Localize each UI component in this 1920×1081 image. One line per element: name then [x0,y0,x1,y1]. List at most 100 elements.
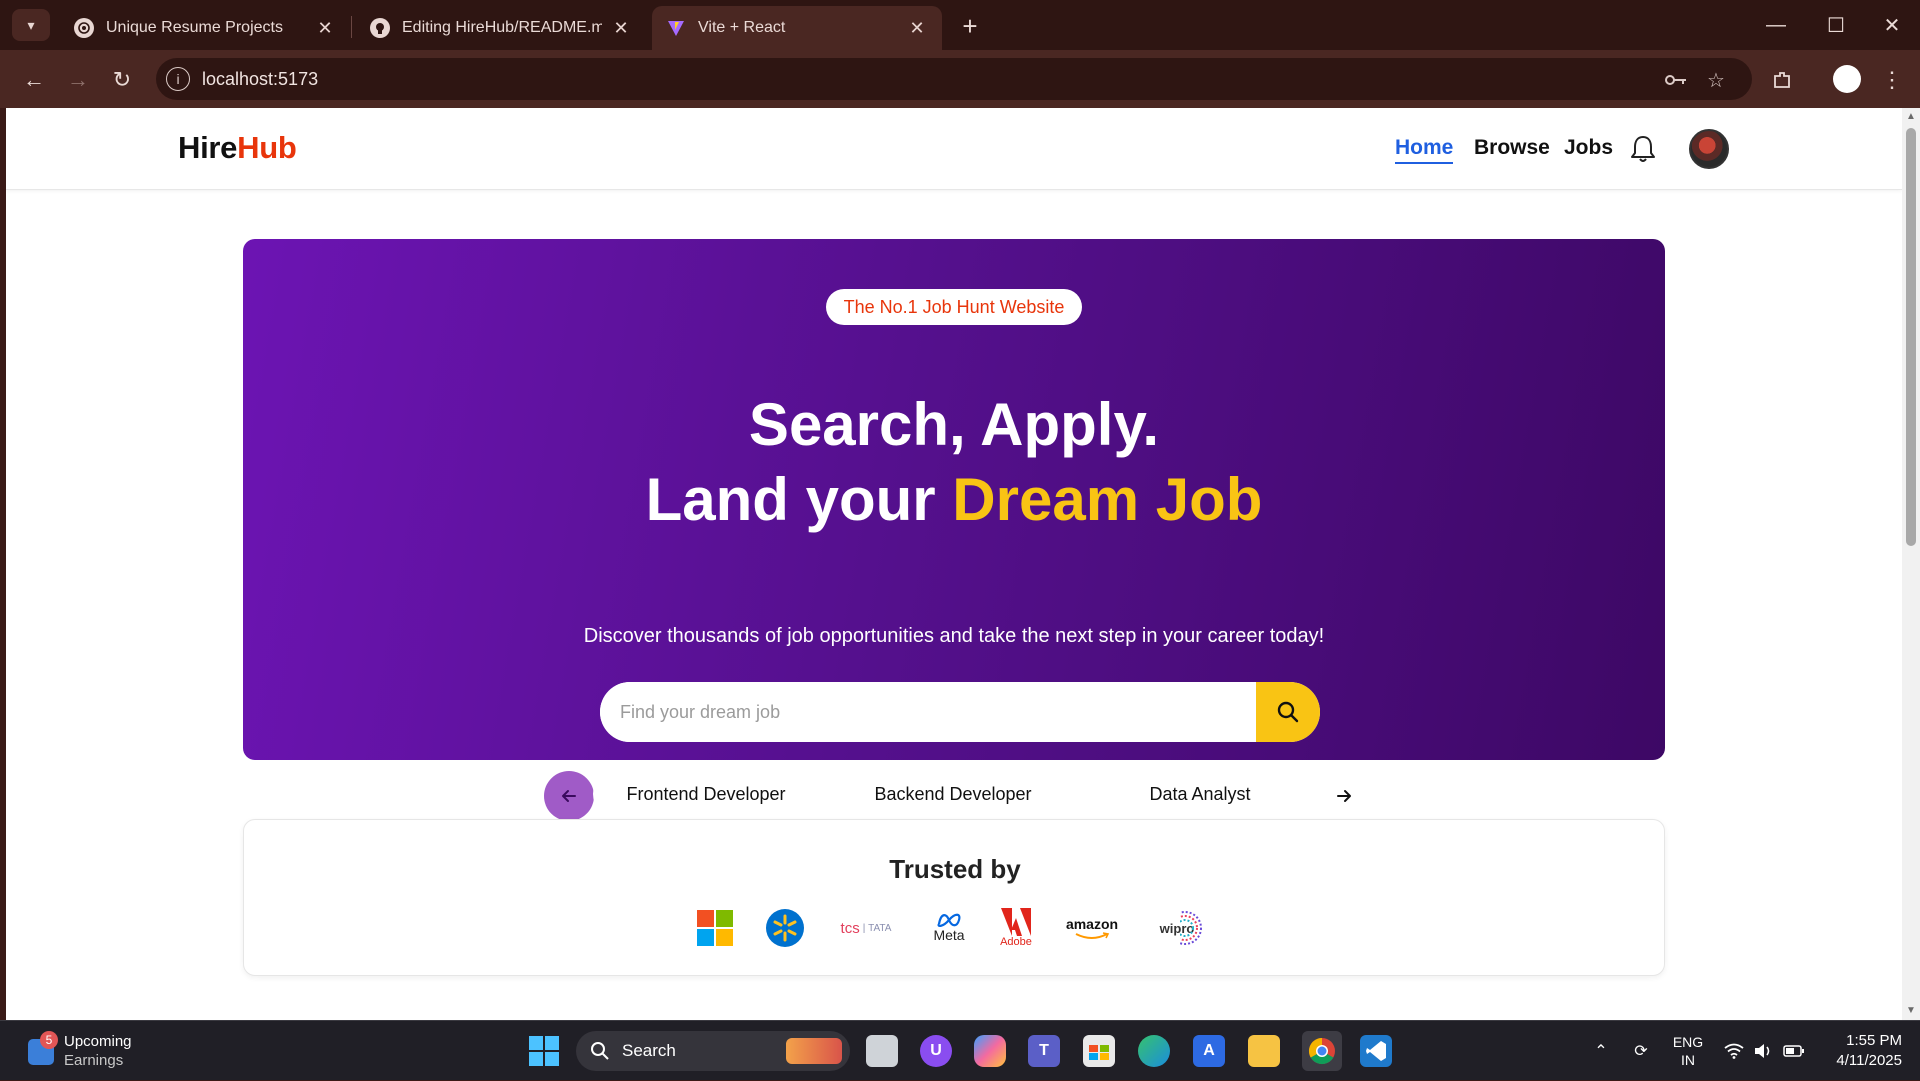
address-url[interactable]: localhost:5173 [202,58,318,100]
widget-line2: Earnings [64,1052,124,1069]
category-chip-backend[interactable]: Backend Developer [840,772,1066,816]
company-name-amazon: amazon [1065,916,1119,932]
hirehub-logo[interactable]: HireHub [178,130,297,166]
carousel-next-button[interactable] [1319,771,1369,821]
store-icon[interactable] [1083,1035,1115,1067]
tab-divider [351,16,352,38]
page-scrollbar[interactable]: ▲ ▼ [1902,108,1920,1020]
chatgpt-icon [74,18,94,38]
maximize-icon[interactable]: ☐ [1806,4,1866,46]
clock-date: 4/11/2025 [1836,1052,1902,1069]
logo-part-hub: Hub [237,130,297,165]
page-viewport: HireHub Home Browse Jobs The No.1 Job Hu… [6,108,1902,1020]
search-button[interactable] [1256,682,1320,742]
tab-title: Editing HireHub/README.md at [402,19,602,36]
search-icon [591,1042,609,1060]
hero-title-line1: Search, Apply. [748,391,1160,458]
company-name-meta: Meta [933,927,965,943]
input-language-indicator[interactable]: ENG IN [1666,1021,1710,1081]
widgets-button[interactable]: 5 Upcoming Earnings [28,1031,188,1071]
amazon-logo: amazon [1062,906,1122,950]
hero-subtitle: Discover thousands of job opportunities … [583,625,1325,647]
close-icon[interactable]: ✕ [314,17,336,39]
chrome-icon[interactable] [1302,1031,1342,1071]
walmart-logo [764,906,806,950]
tcs-logo: tcs | TATA [840,919,892,937]
show-hidden-icons-chevron-icon[interactable]: ⌃ [1588,1021,1614,1081]
file-explorer-icon[interactable] [1248,1035,1280,1067]
wipro-logo: wipro [1154,906,1210,950]
scrollbar-thumb[interactable] [1906,128,1916,546]
app-u-icon[interactable]: U [920,1035,952,1067]
forward-arrow-icon[interactable]: → [60,62,96,98]
vite-icon [666,18,686,38]
browser-tab-vite-react[interactable]: Vite + React ✕ [652,6,942,50]
job-search-bar [600,682,1320,742]
nav-link-jobs[interactable]: Jobs [1564,136,1613,160]
job-search-input[interactable] [600,682,1256,742]
arrow-left-icon [562,790,576,802]
close-icon[interactable]: ✕ [610,17,632,39]
category-chip-frontend[interactable]: Frontend Developer [593,772,819,816]
sync-icon[interactable]: ⟳ [1628,1021,1654,1081]
address-bar[interactable]: i localhost:5173 ☆ [156,58,1752,100]
hero-badge: The No.1 Job Hunt Website [826,289,1082,325]
notification-bell-icon[interactable] [1628,133,1658,165]
language-region: IN [1681,1052,1695,1068]
widget-line1: Upcoming [64,1033,132,1050]
browser-tab-github-readme[interactable]: Editing HireHub/README.md at ✕ [356,6,646,50]
scroll-up-icon[interactable]: ▲ [1906,112,1916,122]
close-window-icon[interactable]: ✕ [1862,4,1920,46]
back-arrow-icon[interactable]: ← [16,62,52,98]
company-name-adobe: Adobe [1000,936,1032,948]
new-tab-button[interactable]: + [954,10,986,42]
start-windows-icon[interactable] [528,1035,560,1067]
nav-link-home[interactable]: Home [1395,136,1454,164]
tab-title: Unique Resume Projects [106,19,283,36]
user-avatar[interactable] [1689,129,1729,169]
volume-icon[interactable] [1752,1021,1776,1081]
arrow-right-icon [1337,790,1351,802]
search-icon [1277,701,1299,723]
copilot-icon[interactable] [974,1035,1006,1067]
hero-title-line2: Land your Dream Job [243,464,1665,536]
task-view-icon[interactable] [866,1035,898,1067]
hero-banner: The No.1 Job Hunt Website Search, Apply.… [243,239,1665,821]
bookmark-star-icon[interactable]: ☆ [1704,68,1728,92]
system-clock[interactable]: 1:55 PM 4/11/2025 [1812,1031,1902,1071]
battery-icon[interactable] [1782,1021,1806,1081]
taskbar-search[interactable]: Search [576,1031,850,1071]
profile-avatar[interactable] [1833,65,1861,93]
hero-title-prefix: Land your [645,466,953,533]
site-navbar: HireHub Home Browse Jobs [6,108,1902,190]
microsoft-logo [696,906,734,950]
company-name-tcs: tcs [840,919,860,937]
browser-tab-unique-resume[interactable]: Unique Resume Projects ✕ [60,6,350,50]
browser-tab-strip: ▾ Unique Resume Projects ✕ Editing HireH… [0,0,1920,50]
teams-icon[interactable]: T [1028,1035,1060,1067]
tab-search-menu-button[interactable]: ▾ [12,9,50,41]
trusted-by-title: Trusted by [889,854,1021,884]
edge-icon[interactable] [1138,1035,1170,1067]
category-chip-data-analyst[interactable]: Data Analyst [1087,772,1313,816]
password-key-icon[interactable] [1664,68,1688,92]
adobe-logo: Adobe [996,906,1036,950]
extensions-icon[interactable] [1764,62,1800,98]
windows-taskbar: 5 Upcoming Earnings Search U T A ⌃ ⟳ ENG… [0,1020,1920,1080]
app-a-icon[interactable]: A [1193,1035,1225,1067]
wifi-icon[interactable] [1722,1021,1746,1081]
scroll-down-icon[interactable]: ▼ [1906,1006,1916,1016]
github-icon [370,18,390,38]
site-info-icon[interactable]: i [166,67,190,91]
reload-icon[interactable]: ↻ [104,62,140,98]
taskbar-search-label: Search [622,1041,676,1060]
logo-part-hire: Hire [178,130,238,165]
search-highlight-icon [786,1038,842,1064]
nav-link-browse[interactable]: Browse [1474,136,1550,160]
minimize-icon[interactable]: — [1746,4,1806,46]
vscode-icon[interactable] [1360,1035,1392,1067]
carousel-prev-button[interactable] [544,771,594,821]
browser-menu-icon[interactable]: ⋮ [1874,62,1910,98]
close-icon[interactable]: ✕ [906,17,928,39]
trusted-by-section: Trusted by tcs | TATA Meta Adobe amazon w… [243,819,1665,976]
